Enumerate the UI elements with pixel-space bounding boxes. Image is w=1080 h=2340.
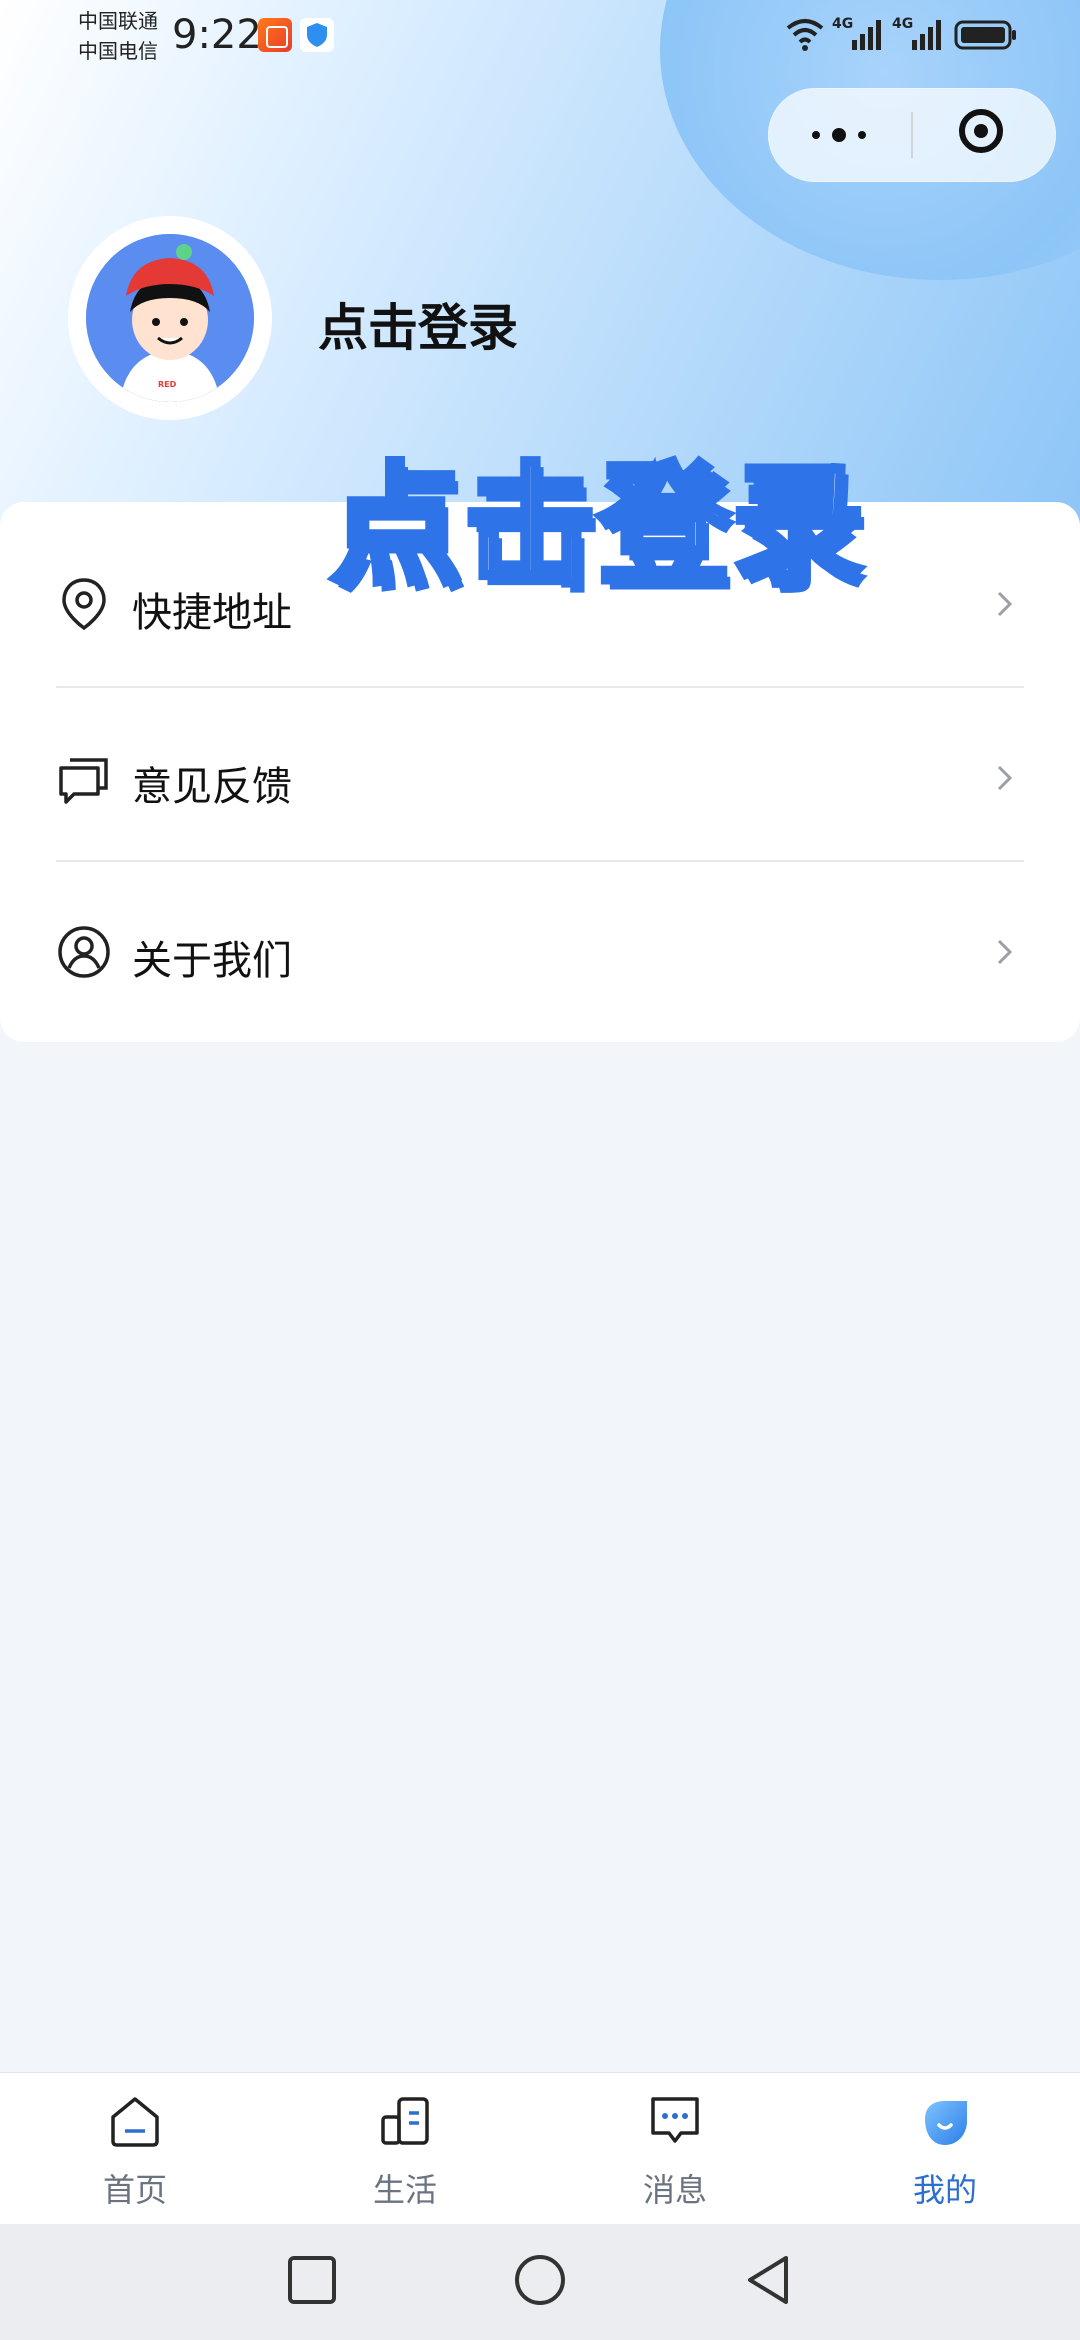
security-shield-icon bbox=[300, 18, 334, 52]
carrier-1: 中国联通 bbox=[78, 9, 158, 33]
avatar-shirt-text: RED bbox=[158, 380, 177, 389]
chevron-right-icon bbox=[997, 765, 1013, 791]
avatar-image: RED bbox=[86, 234, 254, 402]
message-icon bbox=[651, 2097, 699, 2143]
feedback-chat-icon bbox=[59, 758, 108, 804]
menu-item-feedback[interactable]: 意见反馈 bbox=[0, 688, 1080, 862]
status-time: 9:22 bbox=[172, 12, 262, 58]
close-miniapp-button[interactable] bbox=[913, 88, 1056, 182]
status-indicators: 4G 4G bbox=[784, 14, 1044, 58]
location-pin-icon bbox=[62, 578, 106, 631]
signal-1-icon bbox=[852, 20, 881, 50]
tab-home[interactable]: 首页 bbox=[0, 2073, 270, 2225]
home-button[interactable] bbox=[512, 2252, 568, 2308]
home-icon bbox=[111, 2097, 159, 2147]
carrier-names: 中国联通 中国电信 bbox=[78, 6, 158, 66]
menu-item-about-us[interactable]: 关于我们 bbox=[0, 862, 1080, 1036]
avatar[interactable]: RED bbox=[68, 216, 272, 420]
wifi-icon bbox=[786, 19, 824, 51]
app-notification-icon bbox=[258, 18, 292, 52]
life-apps-icon bbox=[381, 2097, 429, 2145]
tab-life[interactable]: 生活 bbox=[270, 2073, 540, 2225]
profile-smile-icon bbox=[925, 2101, 967, 2145]
tab-label: 我的 bbox=[912, 2171, 977, 2209]
tab-label: 生活 bbox=[372, 2171, 437, 2209]
login-link[interactable]: 点击登录 bbox=[318, 288, 518, 360]
back-button[interactable] bbox=[740, 2252, 796, 2308]
tab-mine[interactable]: 我的 bbox=[810, 2073, 1080, 2225]
tab-messages[interactable]: 消息 bbox=[540, 2073, 810, 2225]
menu-item-label: 快捷地址 bbox=[132, 590, 292, 636]
system-navigation-bar bbox=[0, 2224, 1080, 2340]
bottom-tab-bar: 首页 生活 消息 我的 bbox=[0, 2072, 1080, 2225]
tab-label: 首页 bbox=[102, 2171, 167, 2209]
miniapp-capsule bbox=[768, 88, 1056, 182]
tab-label: 消息 bbox=[642, 2171, 707, 2209]
carrier-2: 中国电信 bbox=[78, 39, 158, 63]
status-bar: 中国联通 中国电信 9:22 4G 4G bbox=[0, 0, 1080, 80]
recent-apps-button[interactable] bbox=[284, 2252, 340, 2308]
user-circle-icon bbox=[58, 926, 110, 978]
menu-item-label: 意见反馈 bbox=[132, 764, 292, 810]
battery-icon bbox=[954, 20, 1016, 50]
signal-2-icon bbox=[912, 20, 941, 50]
overlay-caption: 点击登录 bbox=[327, 447, 867, 607]
more-options-button[interactable] bbox=[768, 88, 911, 182]
menu-item-label: 关于我们 bbox=[132, 938, 292, 984]
chevron-right-icon bbox=[997, 591, 1013, 617]
chevron-right-icon bbox=[997, 939, 1013, 965]
